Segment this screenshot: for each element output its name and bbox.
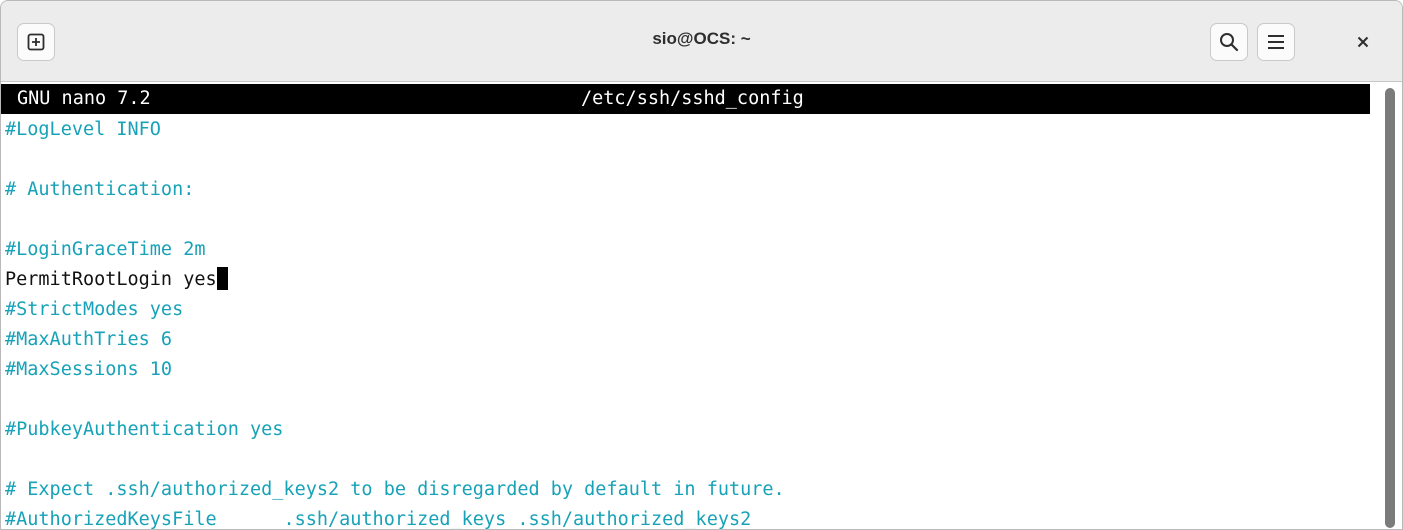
editor-line: # Expect .ssh/authorized_keys2 to be dis… bbox=[5, 479, 785, 500]
search-icon bbox=[1220, 33, 1239, 52]
nano-version: GNU nano 7.2 bbox=[17, 88, 151, 109]
editor-line: # Authentication: bbox=[5, 179, 195, 200]
editor-line-active[interactable]: PermitRootLogin yes bbox=[5, 265, 228, 295]
editor-line: #StrictModes yes bbox=[5, 299, 184, 320]
terminal-window: sio@OCS: ~ GNU nano 7.2 /etc/ssh/sshd_co… bbox=[0, 0, 1403, 530]
scrollbar-thumb[interactable] bbox=[1385, 88, 1395, 528]
close-icon bbox=[1357, 36, 1369, 48]
title-bar: sio@OCS: ~ bbox=[1, 1, 1402, 82]
text-cursor bbox=[216, 267, 228, 290]
hamburger-menu-icon bbox=[1268, 35, 1284, 49]
search-button[interactable] bbox=[1210, 23, 1248, 61]
nano-filename: /etc/ssh/sshd_config bbox=[581, 88, 804, 109]
editor-line: #AuthorizedKeysFile .ssh/authorized_keys… bbox=[5, 509, 752, 530]
editor-line: #MaxAuthTries 6 bbox=[5, 329, 173, 350]
editor-line: #LoginGraceTime 2m bbox=[5, 239, 206, 260]
editor-line: #PubkeyAuthentication yes bbox=[5, 419, 284, 440]
editor-line: #MaxSessions 10 bbox=[5, 359, 173, 380]
nano-header-bar: GNU nano 7.2 /etc/ssh/sshd_config bbox=[1, 84, 1370, 114]
window-title: sio@OCS: ~ bbox=[652, 29, 751, 48]
terminal-area[interactable]: GNU nano 7.2 /etc/ssh/sshd_config #LogLe… bbox=[1, 82, 1381, 530]
editor-line-text: PermitRootLogin yes bbox=[5, 269, 217, 290]
vertical-scrollbar[interactable] bbox=[1381, 82, 1402, 529]
editor-line: #LogLevel INFO bbox=[5, 119, 161, 140]
menu-button[interactable] bbox=[1257, 23, 1295, 61]
close-button[interactable] bbox=[1344, 23, 1382, 61]
